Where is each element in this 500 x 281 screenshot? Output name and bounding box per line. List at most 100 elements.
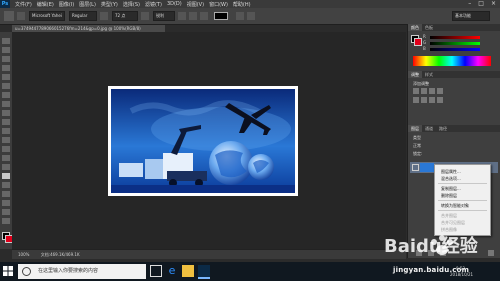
workspace-select[interactable]: 基本功能 xyxy=(452,11,490,21)
vibrance-icon[interactable] xyxy=(413,97,419,103)
slider-label-r: R xyxy=(423,34,426,39)
maximize-button[interactable]: □ xyxy=(478,0,484,8)
tab-channels[interactable]: 通道 xyxy=(422,125,436,132)
zoom-tool-icon[interactable] xyxy=(2,209,10,215)
font-style-select[interactable]: Regular xyxy=(69,11,97,21)
menu-image[interactable]: 图像(I) xyxy=(59,1,74,8)
document-image-frame[interactable] xyxy=(108,86,298,196)
menu-item-merge-layers[interactable]: 合并图层 xyxy=(441,213,457,219)
menu-item-duplicate-layer[interactable]: 复制图层... xyxy=(441,186,461,192)
history-brush-tool-icon[interactable] xyxy=(2,119,10,125)
align-center-icon[interactable] xyxy=(189,12,197,20)
align-right-icon[interactable] xyxy=(200,12,208,20)
file-explorer-icon[interactable] xyxy=(182,265,194,277)
color-panel-tabs: 颜色 色板 xyxy=(408,24,500,31)
menu-type[interactable]: 类型(Y) xyxy=(101,1,118,8)
tab-paths[interactable]: 路径 xyxy=(436,125,450,132)
watermark-url: jingyan.baidu.com xyxy=(393,266,470,274)
brush-tool-icon[interactable] xyxy=(2,101,10,107)
tab-layers[interactable]: 图层 xyxy=(408,125,422,132)
menu-window[interactable]: 窗口(W) xyxy=(209,1,228,8)
character-panel-icon[interactable] xyxy=(247,12,255,20)
anti-alias-select[interactable]: 锐利 xyxy=(153,11,175,21)
photoshop-logo: Ps xyxy=(0,0,10,8)
color-spectrum-bar[interactable] xyxy=(413,56,491,66)
menu-edit[interactable]: 编辑(E) xyxy=(37,1,54,8)
exposure-icon[interactable] xyxy=(437,88,443,94)
menu-filter[interactable]: 滤镜(T) xyxy=(145,1,162,8)
curves-icon[interactable] xyxy=(429,88,435,94)
photoshop-taskbar-icon[interactable] xyxy=(198,265,210,279)
warp-text-icon[interactable] xyxy=(236,12,244,20)
red-slider[interactable] xyxy=(430,36,480,39)
minimize-button[interactable]: – xyxy=(468,0,471,8)
eraser-tool-icon[interactable] xyxy=(2,128,10,134)
marquee-tool-icon[interactable] xyxy=(2,47,10,53)
clone-stamp-tool-icon[interactable] xyxy=(2,110,10,116)
task-view-icon[interactable] xyxy=(150,265,162,277)
menu-select[interactable]: 选择(S) xyxy=(123,1,140,8)
menu-item-blending-options[interactable]: 混合选项... xyxy=(441,176,461,182)
green-slider[interactable] xyxy=(430,42,480,45)
text-orientation-icon[interactable] xyxy=(17,12,25,20)
panel-bg-color-swatch[interactable] xyxy=(414,38,422,46)
menu-item-delete-layer[interactable]: 删除图层 xyxy=(441,193,457,199)
type-tool-icon[interactable] xyxy=(4,11,14,21)
layer-filter-kind[interactable]: 类型 xyxy=(413,135,421,141)
edge-browser-icon[interactable]: e xyxy=(166,265,178,277)
menu-help[interactable]: 帮助(H) xyxy=(233,1,251,8)
zoom-level[interactable]: 100% xyxy=(18,252,29,257)
type-tool-icon-active[interactable] xyxy=(2,173,10,179)
search-placeholder: 在这里输入你要搜索的内容 xyxy=(38,268,99,274)
pen-tool-icon[interactable] xyxy=(2,164,10,170)
blue-slider[interactable] xyxy=(430,48,480,51)
slider-label-g: G xyxy=(423,40,427,45)
font-size-select[interactable]: 72 点 xyxy=(112,11,138,21)
blend-mode-select[interactable]: 正常 xyxy=(413,143,421,149)
levels-icon[interactable] xyxy=(421,88,427,94)
rectangle-tool-icon[interactable] xyxy=(2,191,10,197)
baidu-logo-text: Baidu经验 xyxy=(384,235,479,257)
path-selection-tool-icon[interactable] xyxy=(2,182,10,188)
search-icon xyxy=(22,267,31,276)
menu-3d[interactable]: 3D(D) xyxy=(167,1,182,7)
layer-lock-label: 锁定: xyxy=(413,151,423,156)
quick-select-tool-icon[interactable] xyxy=(2,65,10,71)
slider-label-b: B xyxy=(423,46,426,51)
menu-file[interactable]: 文件(F) xyxy=(15,1,32,8)
text-color-swatch[interactable] xyxy=(214,12,228,20)
hue-saturation-icon[interactable] xyxy=(421,97,427,103)
layers-panel-tabs: 图层 通道 路径 xyxy=(408,125,500,132)
align-left-icon[interactable] xyxy=(178,12,186,20)
more-tools-icon[interactable] xyxy=(2,218,10,224)
tab-styles[interactable]: 样式 xyxy=(422,71,436,78)
windows-start-icon[interactable] xyxy=(3,266,13,276)
black-white-icon[interactable] xyxy=(437,97,443,103)
lasso-tool-icon[interactable] xyxy=(2,56,10,62)
menu-separator xyxy=(438,200,487,201)
document-tab[interactable]: u=3749447789066015276fm=214&gp=0.jpg @ 1… xyxy=(12,25,165,32)
gradient-tool-icon[interactable] xyxy=(2,137,10,143)
menu-view[interactable]: 视图(V) xyxy=(187,1,204,8)
blur-tool-icon[interactable] xyxy=(2,146,10,152)
tab-color[interactable]: 颜色 xyxy=(408,24,422,31)
brightness-icon[interactable] xyxy=(413,88,419,94)
hand-tool-icon[interactable] xyxy=(2,200,10,206)
color-balance-icon[interactable] xyxy=(429,97,435,103)
menu-item-convert-smart-object[interactable]: 转换为智能对象 xyxy=(441,203,469,209)
font-family-select[interactable]: Microsoft Yahei xyxy=(29,11,65,21)
menu-item-layer-properties[interactable]: 图层属性... xyxy=(441,169,461,175)
tab-swatches[interactable]: 色板 xyxy=(422,24,436,31)
close-button[interactable]: × xyxy=(491,0,496,8)
healing-brush-tool-icon[interactable] xyxy=(2,92,10,98)
font-size-icon xyxy=(100,12,108,20)
adjustments-title: 添加调整 xyxy=(413,81,429,86)
move-tool-icon[interactable] xyxy=(2,38,10,44)
eye-icon[interactable] xyxy=(412,164,419,171)
menu-layer[interactable]: 图层(L) xyxy=(79,1,96,8)
dodge-tool-icon[interactable] xyxy=(2,155,10,161)
eyedropper-tool-icon[interactable] xyxy=(2,83,10,89)
menu-separator xyxy=(438,210,487,211)
crop-tool-icon[interactable] xyxy=(2,74,10,80)
tab-adjustments[interactable]: 调整 xyxy=(408,71,422,78)
